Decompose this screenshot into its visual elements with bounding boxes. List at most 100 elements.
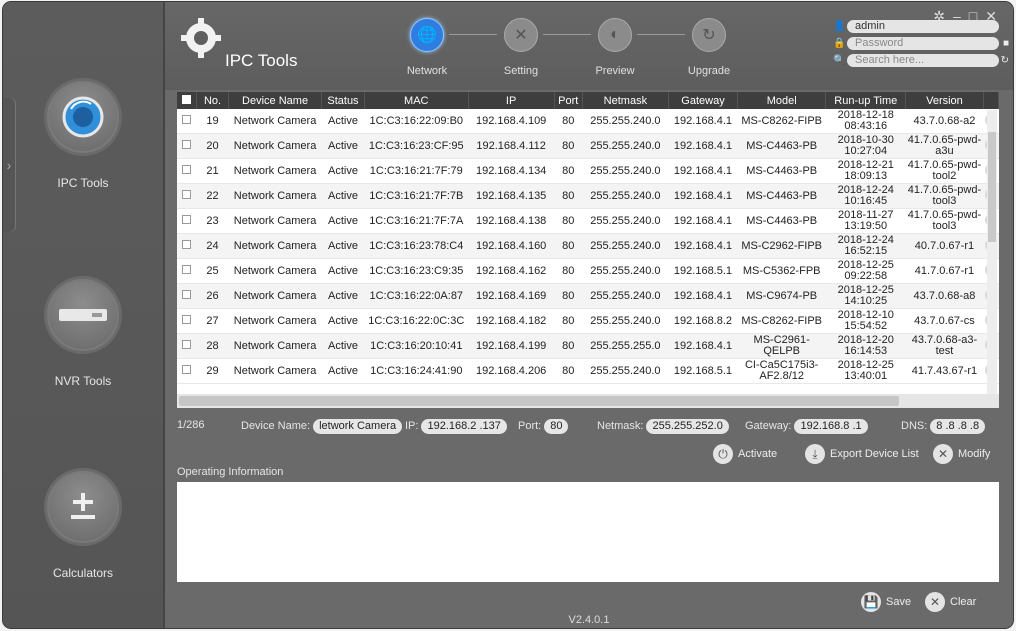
device-table: No. Device Name Status MAC IP Port Netma… [177,92,999,408]
sidebar-item-calculators[interactable]: Calculators [3,468,163,580]
table-cell: 80 [554,258,583,284]
scrollbar-thumb[interactable] [179,396,899,406]
table-cell: Active [321,158,365,184]
table-cell: 255.255.240.0 [582,183,669,209]
row-checkbox[interactable] [177,258,197,284]
table-row[interactable]: 20 Network Camera Active 1C:C3:16:23:CF:95 1… [177,133,999,159]
row-checkbox[interactable] [177,308,197,334]
export-device-list-button[interactable]: ⤓ Export Device List [805,444,919,464]
column-header[interactable]: No. [196,92,230,109]
row-checkbox[interactable] [177,158,197,184]
tab-network[interactable]: 🌐 Network [387,18,467,77]
column-header[interactable]: MAC [364,92,469,109]
column-header[interactable]: Gateway [668,92,738,109]
table-cell: Network Camera [228,208,322,234]
table-row[interactable]: 26 Network Camera Active 1C:C3:16:22:0A:87 1… [177,283,999,309]
row-checkbox[interactable] [177,208,197,234]
table-cell: 192.168.4.162 [468,258,555,284]
row-checkbox[interactable] [177,109,197,134]
tab-preview[interactable]: ◐ Preview [575,18,655,77]
activate-button[interactable]: ⏻ Activate [713,444,777,464]
table-cell: 43.7.0.68-a8 [905,283,984,309]
button-label: Clear [950,596,977,608]
row-checkbox[interactable] [177,333,197,359]
table-cell: 80 [554,183,583,209]
table-row[interactable]: 28 Network Camera Active 1C:C3:16:20:10:41 1… [177,333,999,359]
horizontal-scrollbar[interactable] [177,394,999,408]
column-header[interactable]: Version [905,92,984,109]
table-cell: 19 [196,109,229,134]
operating-info-log[interactable] [177,482,999,582]
refresh-icon[interactable]: ↻ [1001,55,1009,66]
netmask-field[interactable]: 255.255.252.0 [646,419,729,434]
column-header[interactable]: Model [737,92,827,109]
column-header[interactable]: Netmask [582,92,670,109]
save-icon: 💾 [861,592,881,612]
ip-field[interactable]: 192.168.2 .137 [421,419,507,434]
gear-logo-icon [181,18,221,58]
clear-button[interactable]: ✕ Clear [925,592,976,612]
table-cell: 27 [196,308,229,334]
scrollbar-thumb[interactable] [988,132,996,242]
column-header [983,92,999,109]
column-header[interactable]: Device Name [228,92,322,109]
remember-checkbox[interactable]: ■ [1003,38,1009,49]
row-checkbox[interactable] [177,283,197,309]
search-input[interactable]: Search here... [847,54,999,67]
table-row[interactable]: 24 Network Camera Active 1C:C3:16:23:78:C4 1… [177,233,999,259]
password-field[interactable]: Password [847,37,999,50]
table-row[interactable]: 22 Network Camera Active 1C:C3:16:21:7F:7B 1… [177,183,999,209]
header: IPC Tools 🌐 Network ✕ Setting ◐ Preview [165,2,1013,90]
search-icon: 🔍 [833,55,846,66]
column-header[interactable]: Port [554,92,583,109]
table-row[interactable]: 21 Network Camera Active 1C:C3:16:21:7F:79 1… [177,158,999,184]
table-cell: 1C:C3:16:23:78:C4 [364,233,469,259]
row-checkbox[interactable] [177,358,197,384]
sidebar-item-ipc-tools[interactable]: IPC Tools [3,78,163,190]
sidebar-collapse-handle[interactable]: › [3,98,15,232]
row-checkbox[interactable] [177,233,197,259]
gateway-field[interactable]: 192.168.8 .1 [794,419,868,434]
column-header[interactable]: Status [321,92,366,109]
table-cell: MS-C8262-FIPB [737,308,826,334]
row-checkbox[interactable] [177,133,197,159]
tab-label: Network [406,65,448,77]
version-label: V2.4.0.1 [568,614,610,626]
port-field[interactable]: 80 [544,419,569,434]
tab-upgrade[interactable]: ↻ Upgrade [669,18,749,77]
table-row[interactable]: 23 Network Camera Active 1C:C3:16:21:7F:7A 1… [177,208,999,234]
column-header[interactable]: Run-up Time [825,92,907,109]
table-cell: 192.168.4.1 [668,208,738,234]
table-row[interactable]: 19 Network Camera Active 1C:C3:16:22:09:B0 1… [177,109,999,134]
table-cell: 192.168.4.206 [468,358,555,384]
export-icon: ⤓ [805,444,825,464]
row-checkbox[interactable] [177,183,197,209]
login-panel: 👤 admin 🔒 Password ■ 🔍 Search here... ↻ [833,20,1009,71]
select-all-checkbox[interactable] [177,92,197,109]
table-row[interactable]: 25 Network Camera Active 1C:C3:16:23:C9:35 1… [177,258,999,284]
table-cell: 80 [554,208,583,234]
table-cell: 192.168.4.199 [468,333,555,359]
table-cell: 255.255.255.0 [582,333,669,359]
table-cell: 20 [196,133,229,159]
table-row[interactable]: 27 Network Camera Active 1C:C3:16:22:0C:3C 1… [177,308,999,334]
modify-button[interactable]: ✕ Modify [933,444,990,464]
table-cell: 41.7.0.67-r1 [905,258,984,284]
sidebar-item-nvr-tools[interactable]: NVR Tools [3,276,163,388]
upgrade-icon: ↻ [692,18,726,52]
table-cell: 80 [554,358,583,384]
save-button[interactable]: 💾 Save [861,592,911,612]
dns-field[interactable]: 8 .8 .8 .8 [930,419,986,434]
table-row[interactable]: 29 Network Camera Active 1C:C3:16:24:41:90 1… [177,358,999,384]
table-cell: Network Camera [228,283,322,309]
table-cell: 2018-10-30 10:27:04 [825,133,906,159]
table-cell: MS-C4463-PB [737,133,826,159]
vertical-scrollbar[interactable] [987,110,997,394]
device-name-field[interactable]: letwork Camera [313,419,403,434]
tab-setting[interactable]: ✕ Setting [481,18,561,77]
tab-label: Upgrade [687,65,731,77]
column-header[interactable]: IP [468,92,555,109]
username-field[interactable]: admin [847,20,999,33]
table-cell: 24 [196,233,229,259]
table-cell: Active [321,109,365,134]
